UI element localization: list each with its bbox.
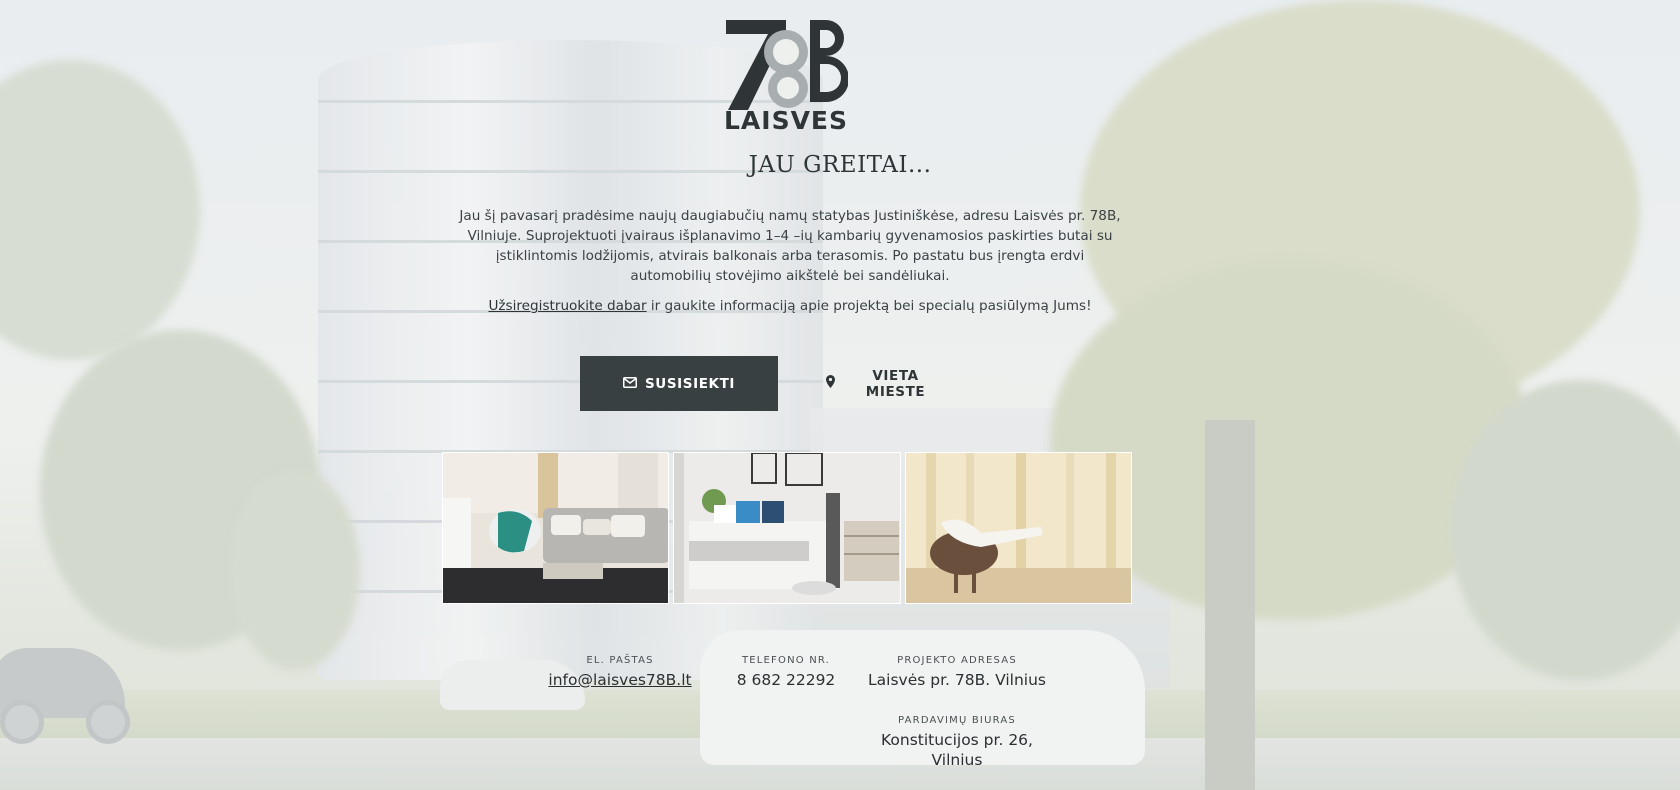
project-address-label: PROJEKTO ADRESAS (897, 655, 1017, 666)
envelope-icon (622, 376, 637, 392)
gallery-photo-bedroom[interactable] (673, 452, 901, 604)
register-link[interactable]: Užsiregistruokite dabar (488, 298, 646, 314)
relaxing-woman-photo-icon (905, 453, 1131, 603)
bedroom-photo-icon (674, 453, 900, 603)
logo-wordmark: LAISVES (724, 106, 849, 135)
brand-logo[interactable]: LAISVES (724, 18, 849, 136)
register-callout-text: ir gaukite informaciją apie projektą bei… (646, 298, 1092, 314)
landing-content: LAISVES JAU GREITAI... Jau šį pavasarį p… (0, 0, 1680, 790)
location-button-label: VIETA MIESTE (865, 367, 926, 400)
contact-button[interactable]: SUSISIEKTI (580, 356, 778, 411)
logo-78b-mark (726, 20, 849, 110)
sales-office-line2: Vilnius (931, 751, 983, 769)
map-pin-icon (826, 375, 835, 392)
project-address-value: Laisvės pr. 78B. Vilnius (868, 671, 1046, 689)
sales-office-label: PARDAVIMŲ BIURAS (898, 715, 1016, 726)
gallery-photo-relaxing[interactable] (904, 452, 1132, 604)
location-button[interactable]: VIETA MIESTE (820, 356, 956, 411)
phone-value[interactable]: 8 682 22292 (716, 670, 856, 690)
email-value: info@laisves78B.lt (520, 670, 720, 690)
phone-label: TELEFONO NR. (741, 655, 831, 666)
page-title: JAU GREITAI... (748, 152, 932, 178)
email-label: EL. PAŠTAS (586, 655, 654, 666)
email-link[interactable]: info@laisves78B.lt (548, 671, 691, 689)
sales-office-value: Konstitucijos pr. 26, Vilnius (857, 730, 1057, 770)
register-callout: Užsiregistruokite dabar ir gaukite infor… (455, 296, 1125, 316)
project-description: Jau šį pavasarį pradėsime naujų daugiabu… (459, 208, 1121, 284)
gallery-photo-living-room[interactable] (442, 452, 670, 604)
interior-gallery (442, 452, 1132, 604)
living-room-photo-icon (443, 453, 669, 603)
contact-button-label: SUSISIEKTI (644, 375, 736, 392)
sales-office-line1: Konstitucijos pr. 26, (881, 731, 1033, 749)
